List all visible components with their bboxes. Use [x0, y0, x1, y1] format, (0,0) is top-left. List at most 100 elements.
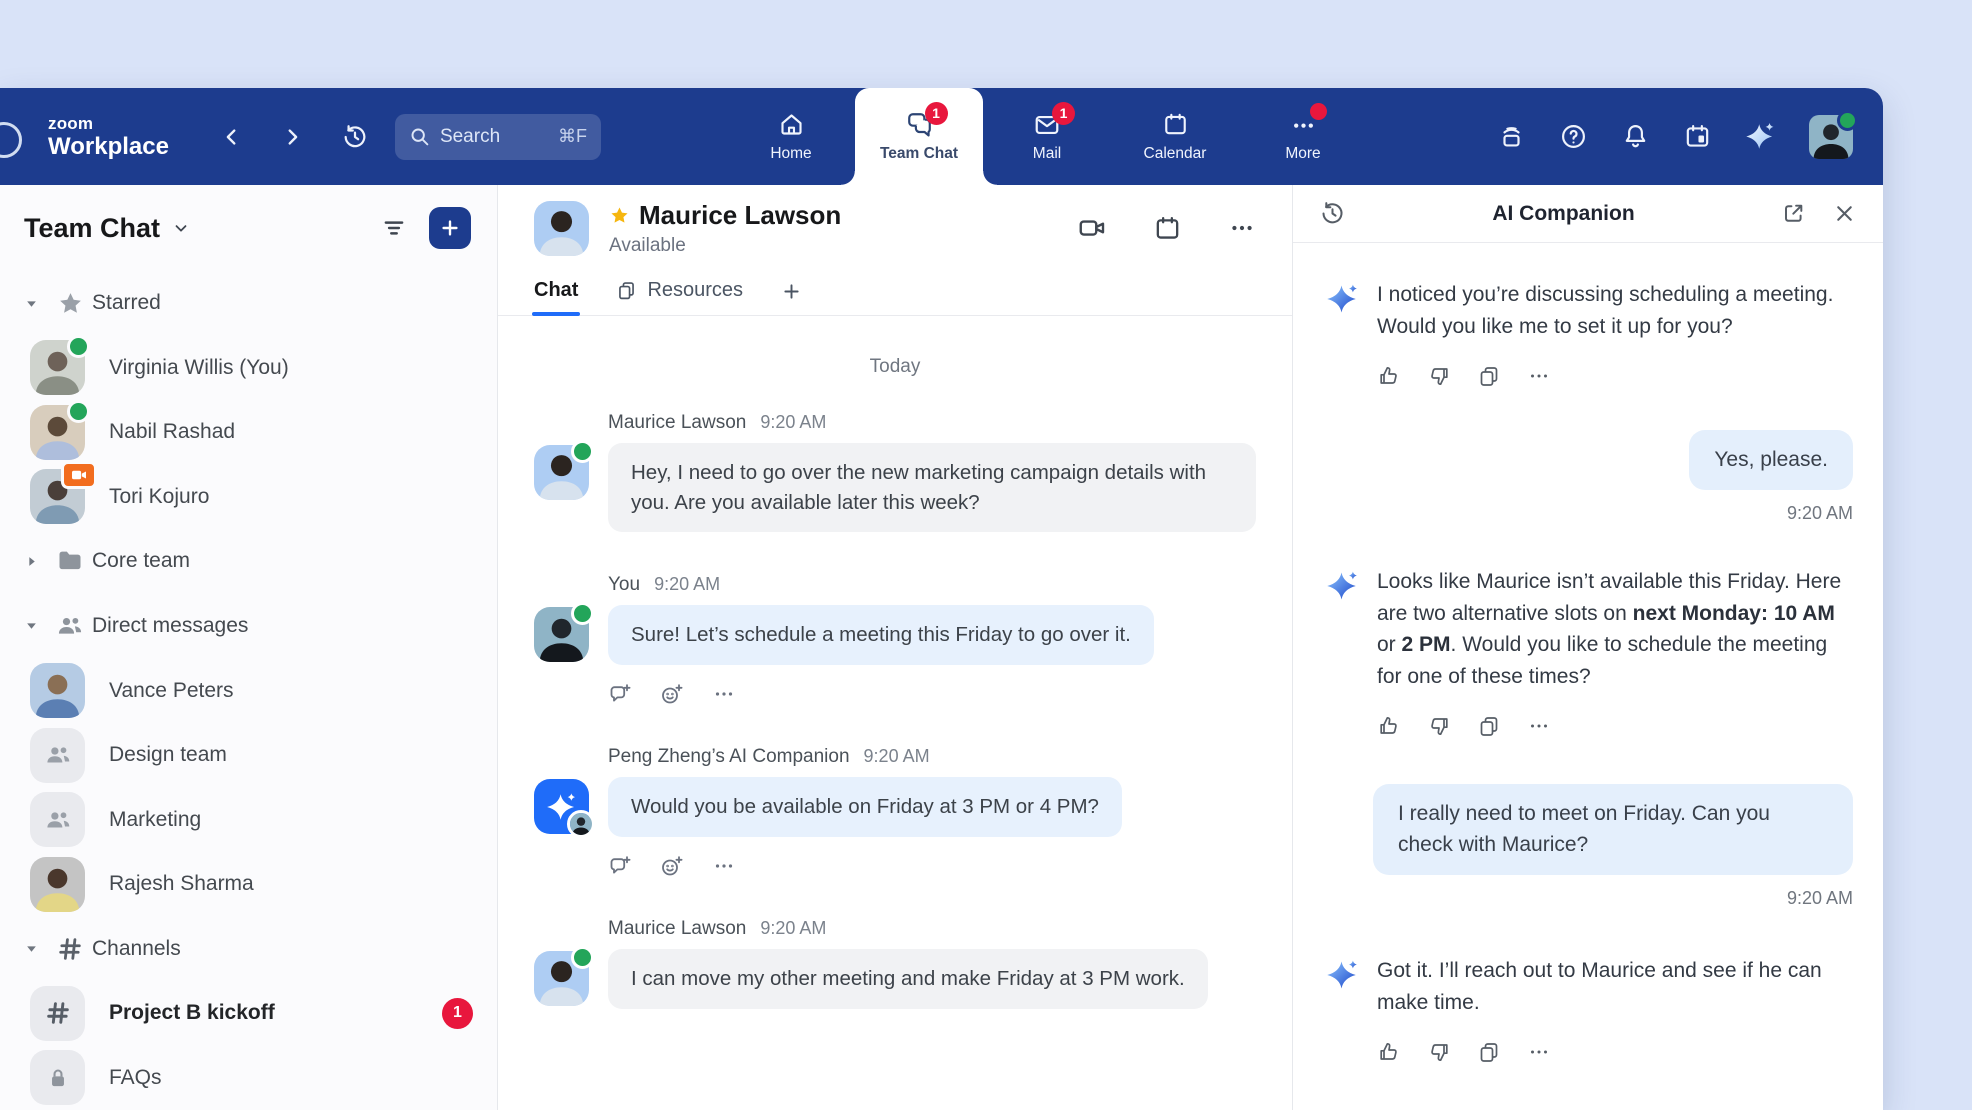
sidebar-item-tori-kojuro[interactable]: Tori Kojuro [0, 465, 497, 530]
main-nav: Home 1 Team Chat 1 Mail Calendar [727, 88, 1367, 185]
history-button[interactable] [341, 123, 369, 151]
copy-button[interactable] [1477, 364, 1501, 388]
schedule-meeting-button[interactable] [1153, 214, 1182, 243]
schedule-calendar-icon [1683, 122, 1712, 151]
more-icon [712, 682, 736, 706]
message-bubble: I can move my other meeting and make Fri… [608, 949, 1208, 1009]
ai-history-button[interactable] [1319, 200, 1346, 227]
user-avatar[interactable] [1809, 115, 1853, 159]
sidebar-item-marketing[interactable]: Marketing [0, 787, 497, 852]
schedule-button[interactable] [1683, 122, 1712, 151]
group-avatar [30, 792, 85, 847]
ai-companion-button[interactable] [1745, 121, 1776, 152]
help-button[interactable] [1559, 122, 1588, 151]
reply-in-thread-button[interactable] [608, 854, 632, 878]
add-tab-button[interactable] [781, 281, 802, 315]
sidebar-section-direct-messages[interactable]: Direct messages [0, 594, 497, 659]
nav-tab-team-chat[interactable]: 1 Team Chat [855, 88, 983, 185]
sidebar-item-vance-peters[interactable]: Vance Peters [0, 658, 497, 723]
nav-tab-more[interactable]: More [1239, 88, 1367, 185]
people-icon [43, 740, 73, 770]
search-input[interactable]: Search ⌘F [395, 114, 601, 160]
more-icon [1527, 364, 1551, 388]
sidebar-section-starred[interactable]: Starred [0, 271, 497, 336]
private-channel-avatar [30, 1050, 85, 1105]
top-bar: zoom Workplace Search ⌘F Home [0, 88, 1883, 185]
chevron-right-icon [281, 126, 303, 148]
add-reaction-button[interactable] [660, 682, 684, 706]
ai-message-more-button[interactable] [1527, 364, 1551, 388]
contact-avatar[interactable] [534, 201, 589, 256]
thumbs-down-button[interactable] [1427, 714, 1451, 738]
ai-message-more-button[interactable] [1527, 714, 1551, 738]
message-author: You [608, 574, 640, 595]
chevron-left-icon [221, 126, 243, 148]
sidebar-item-nabil-rashad[interactable]: Nabil Rashad [0, 400, 497, 465]
chat-more-options-button[interactable] [1228, 214, 1256, 242]
caret-down-icon [25, 297, 38, 310]
nav-tab-calendar[interactable]: Calendar [1111, 88, 1239, 185]
nav-forward-button[interactable] [281, 126, 303, 148]
ai-companion-sparkle-icon [1745, 121, 1776, 152]
chat-header: Maurice Lawson Available [498, 185, 1292, 271]
sidebar-item-design-team[interactable]: Design team [0, 723, 497, 788]
reply-bubble-icon [608, 682, 632, 706]
nav-tab-mail[interactable]: 1 Mail [983, 88, 1111, 185]
thumbs-up-button[interactable] [1377, 714, 1401, 738]
message-bubble: Sure! Let’s schedule a meeting this Frid… [608, 605, 1154, 665]
avatar [30, 663, 85, 718]
tab-chat[interactable]: Chat [534, 279, 578, 315]
start-video-call-button[interactable] [1077, 213, 1107, 243]
ai-companion-avatar [534, 779, 589, 834]
add-chat-button[interactable] [429, 207, 471, 249]
thumbs-down-icon [1427, 714, 1451, 738]
reply-bubble-icon [608, 854, 632, 878]
more-notification-dot [1310, 103, 1327, 120]
ai-message-text: Got it. I’ll reach out to Maurice and se… [1377, 955, 1853, 1018]
sidebar-title-dropdown[interactable]: Team Chat [24, 213, 190, 244]
history-icon [341, 123, 369, 151]
owner-mini-avatar [567, 810, 595, 838]
open-in-new-window-button[interactable] [1781, 201, 1806, 226]
avatar [30, 340, 85, 395]
avatar [30, 857, 85, 912]
sidebar-item-virginia-willis[interactable]: Virginia Willis (You) [0, 336, 497, 401]
sidebar-item-faqs[interactable]: FAQs [0, 1045, 497, 1110]
sidebar-folder-core-team[interactable]: Core team [0, 529, 497, 594]
notifications-bell-icon [1621, 122, 1650, 151]
add-reaction-button[interactable] [660, 854, 684, 878]
sidebar-item-project-b-kickoff[interactable]: Project B kickoff 1 [0, 981, 497, 1046]
copy-button[interactable] [1477, 714, 1501, 738]
pages-icon [616, 280, 637, 301]
message-incoming: Maurice Lawson9:20 AM Hey, I need to go … [534, 412, 1256, 532]
thumbs-down-icon [1427, 364, 1451, 388]
message-list: Today Maurice Lawson9:20 AM Hey, I need … [498, 316, 1292, 1110]
copy-button[interactable] [1477, 1040, 1501, 1064]
thumbs-up-button[interactable] [1377, 364, 1401, 388]
thumbs-down-button[interactable] [1427, 1040, 1451, 1064]
message-more-button[interactable] [712, 682, 736, 706]
thumbs-up-icon [1377, 714, 1401, 738]
message-self: You9:20 AM Sure! Let’s schedule a meetin… [534, 574, 1256, 706]
tab-resources[interactable]: Resources [616, 279, 743, 315]
close-panel-button[interactable] [1832, 201, 1857, 226]
message-bubble: Hey, I need to go over the new marketing… [608, 443, 1256, 532]
filter-button[interactable] [381, 215, 407, 241]
avatar [534, 445, 589, 500]
reply-in-thread-button[interactable] [608, 682, 632, 706]
thumbs-up-button[interactable] [1377, 1040, 1401, 1064]
message-more-button[interactable] [712, 854, 736, 878]
sidebar-section-channels[interactable]: Channels [0, 916, 497, 981]
presence-online-dot [571, 946, 594, 969]
ai-message-more-button[interactable] [1527, 1040, 1551, 1064]
nav-back-button[interactable] [221, 126, 243, 148]
lock-icon [45, 1065, 71, 1091]
filter-icon [381, 215, 407, 241]
caret-right-icon [25, 555, 38, 568]
notifications-button[interactable] [1621, 122, 1650, 151]
cast-to-device-button[interactable] [1497, 122, 1526, 151]
favorite-star-icon[interactable] [609, 205, 630, 226]
nav-tab-home[interactable]: Home [727, 88, 855, 185]
thumbs-down-button[interactable] [1427, 364, 1451, 388]
sidebar-item-rajesh-sharma[interactable]: Rajesh Sharma [0, 852, 497, 917]
